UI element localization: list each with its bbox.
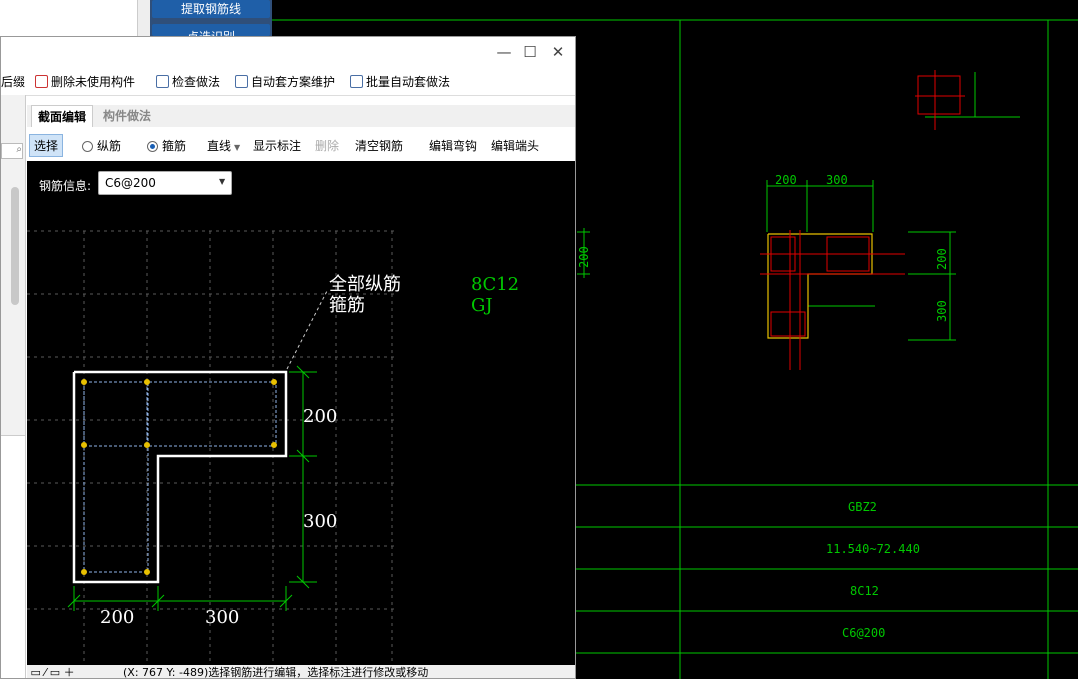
dim-w2[interactable]: 300 [205, 607, 239, 628]
dialog-titlebar[interactable]: — ☐ ✕ [1, 37, 575, 67]
edit-options-bar: 选择 纵筋 箍筋 直线 ▼ 显示标注 删除 清空钢筋 编辑弯钩 编辑端头 [27, 127, 575, 162]
side-grid [1, 435, 25, 678]
tab-component-method[interactable]: 构件做法 [97, 105, 157, 127]
rebar-points[interactable] [81, 379, 277, 575]
all-long-value[interactable]: 8C12 [471, 274, 519, 295]
close-icon[interactable]: ✕ [549, 43, 567, 61]
dim-w1[interactable]: 200 [100, 607, 134, 628]
section-edit-dialog: — ☐ ✕ 后缀 删除未使用构件 检查做法 自动套方案维护 批量自动套做法 ⌕ … [0, 36, 576, 679]
background-scrollbar[interactable] [137, 0, 151, 36]
cad-dim-top2: 300 [826, 173, 848, 187]
status-tool-icons[interactable]: ▭ ⁄ ▭ ＋ [27, 665, 123, 678]
side-scrollbar-thumb[interactable] [11, 187, 19, 305]
checklist-icon [156, 75, 169, 88]
cad-dim-right2: 300 [935, 300, 949, 322]
status-coords: (X: 767 Y: -489)选择钢筋进行编辑，选择标注进行修改或移动 [123, 666, 429, 679]
select-button[interactable]: 选择 [29, 134, 64, 157]
stirrup-radio[interactable]: 箍筋 [147, 137, 186, 154]
left-side-panel: ⌕ [1, 95, 26, 678]
radio-on-icon [147, 141, 158, 152]
section-svg[interactable]: 全部纵筋 箍筋 200 300 200 300 8C12 GJ [27, 161, 576, 665]
cad-side-dim: 200 [577, 246, 591, 268]
batch-auto-button[interactable]: 批量自动套做法 [350, 73, 450, 90]
extract-rebar-line-button[interactable]: 提取钢筋线 [152, 0, 270, 18]
delete-button[interactable]: 删除 [315, 137, 339, 154]
cad-dim-right1: 200 [935, 248, 949, 270]
batch-icon [350, 75, 363, 88]
search-icon[interactable]: ⌕ [1, 143, 23, 159]
line-mode-dropdown[interactable]: 直线 ▼ [207, 137, 240, 154]
section-canvas[interactable]: 钢筋信息: C6@200 ▼ 全部纵筋 箍筋 200 300 200 300 8… [27, 161, 576, 665]
point-identify-button[interactable]: 点选识别 [152, 24, 270, 36]
longitudinal-radio[interactable]: 纵筋 [82, 137, 121, 154]
cad-table-elev: 11.540~72.440 [826, 542, 920, 556]
stirrup-lines[interactable] [83, 381, 277, 573]
edit-end-button[interactable]: 编辑端头 [491, 137, 539, 154]
cad-table-name: GBZ2 [848, 500, 877, 514]
toolbar-suffix-partial[interactable]: 后缀 [1, 73, 25, 90]
chevron-down-icon: ▼ [234, 143, 241, 152]
delete-list-icon [35, 75, 48, 88]
cad-table-long: 8C12 [850, 584, 879, 598]
tab-section-edit[interactable]: 截面编辑 [31, 105, 94, 128]
minimize-icon[interactable]: — [495, 43, 513, 61]
clear-rebar-button[interactable]: 清空钢筋 [355, 137, 403, 154]
cad-table-stirrup: C6@200 [842, 626, 885, 640]
dim-h1[interactable]: 200 [303, 406, 337, 427]
dialog-toolbar: 后缀 删除未使用构件 检查做法 自动套方案维护 批量自动套做法 [1, 67, 575, 96]
status-bar: ▭ ⁄ ▭ ＋ (X: 767 Y: -489)选择钢筋进行编辑，选择标注进行修改… [27, 665, 575, 679]
all-long-label: 全部纵筋 [329, 274, 401, 295]
show-dim-button[interactable]: 显示标注 [253, 137, 301, 154]
stirrup-value[interactable]: GJ [471, 295, 493, 316]
edit-hook-button[interactable]: 编辑弯钩 [429, 137, 477, 154]
auto-scheme-button[interactable]: 自动套方案维护 [235, 73, 335, 90]
radio-off-icon [82, 141, 93, 152]
delete-unused-button[interactable]: 删除未使用构件 [35, 73, 135, 90]
check-method-button[interactable]: 检查做法 [156, 73, 220, 90]
dim-h2[interactable]: 300 [303, 511, 337, 532]
dialog-tabs: 截面编辑 构件做法 [27, 105, 575, 128]
section-outline[interactable] [72, 370, 288, 584]
cad-dim-top1: 200 [775, 173, 797, 187]
scheme-icon [235, 75, 248, 88]
maximize-icon[interactable]: ☐ [521, 43, 539, 61]
stirrup-label: 箍筋 [329, 295, 365, 316]
